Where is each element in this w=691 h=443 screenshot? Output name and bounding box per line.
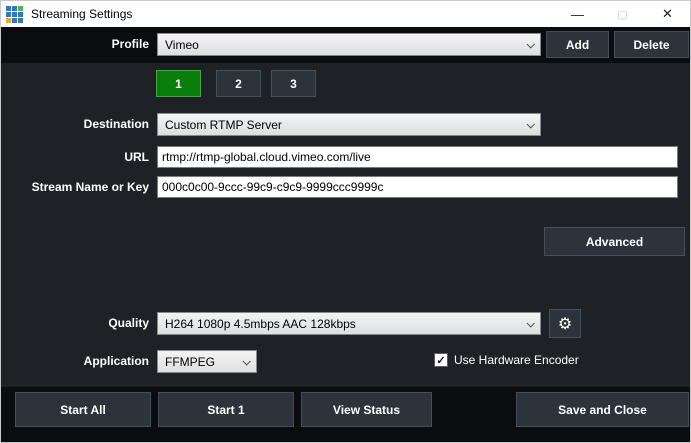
streaming-settings-window: Streaming Settings — ▢ ✕ Profile Vimeo A… [0,0,691,443]
delete-profile-button[interactable]: Delete [614,31,689,58]
tab-stream-3[interactable]: 3 [271,70,316,97]
hardware-encoder-label: Use Hardware Encoder [454,353,579,368]
destination-label: Destination [1,113,149,136]
application-selected-value: FFMPEG [165,355,215,369]
stream-key-input[interactable] [157,176,678,198]
start-1-button[interactable]: Start 1 [158,392,294,427]
add-profile-button[interactable]: Add [546,31,609,58]
tab-stream-1[interactable]: 1 [156,70,201,97]
stream-key-label: Stream Name or Key [1,176,149,198]
application-select[interactable]: FFMPEG [157,350,257,373]
quality-selected-value: H264 1080p 4.5mbps AAC 128kbps [165,317,356,331]
chevron-down-icon [242,357,250,365]
checkmark-icon: ✓ [436,354,445,367]
destination-selected-value: Custom RTMP Server [165,118,282,132]
hardware-encoder-checkbox[interactable]: ✓ [434,353,448,367]
minimize-icon[interactable]: — [555,1,600,27]
quality-label: Quality [1,312,149,335]
view-status-button[interactable]: View Status [301,392,432,427]
chevron-down-icon [526,120,534,128]
advanced-button[interactable]: Advanced [544,227,685,256]
maximize-icon: ▢ [600,1,645,27]
destination-select[interactable]: Custom RTMP Server [157,113,541,136]
url-label: URL [1,146,149,168]
application-label: Application [1,350,149,373]
quality-select[interactable]: H264 1080p 4.5mbps AAC 128kbps [157,312,541,335]
settings-panel [1,63,690,387]
vmix-logo-icon [6,6,23,23]
quality-settings-button[interactable]: ⚙ [549,309,581,338]
start-all-button[interactable]: Start All [15,392,151,427]
tab-stream-2[interactable]: 2 [216,70,261,97]
profile-selected-value: Vimeo [165,38,199,52]
window-title: Streaming Settings [31,7,132,21]
chevron-down-icon [526,40,534,48]
profile-select[interactable]: Vimeo [157,33,541,56]
chevron-down-icon [526,319,534,327]
save-and-close-button[interactable]: Save and Close [516,392,689,427]
close-icon[interactable]: ✕ [645,1,690,27]
url-input[interactable] [157,146,678,168]
profile-label: Profile [1,33,149,56]
window-controls: — ▢ ✕ [555,1,690,27]
gear-icon: ⚙ [558,314,572,334]
title-bar: Streaming Settings — ▢ ✕ [1,1,690,27]
